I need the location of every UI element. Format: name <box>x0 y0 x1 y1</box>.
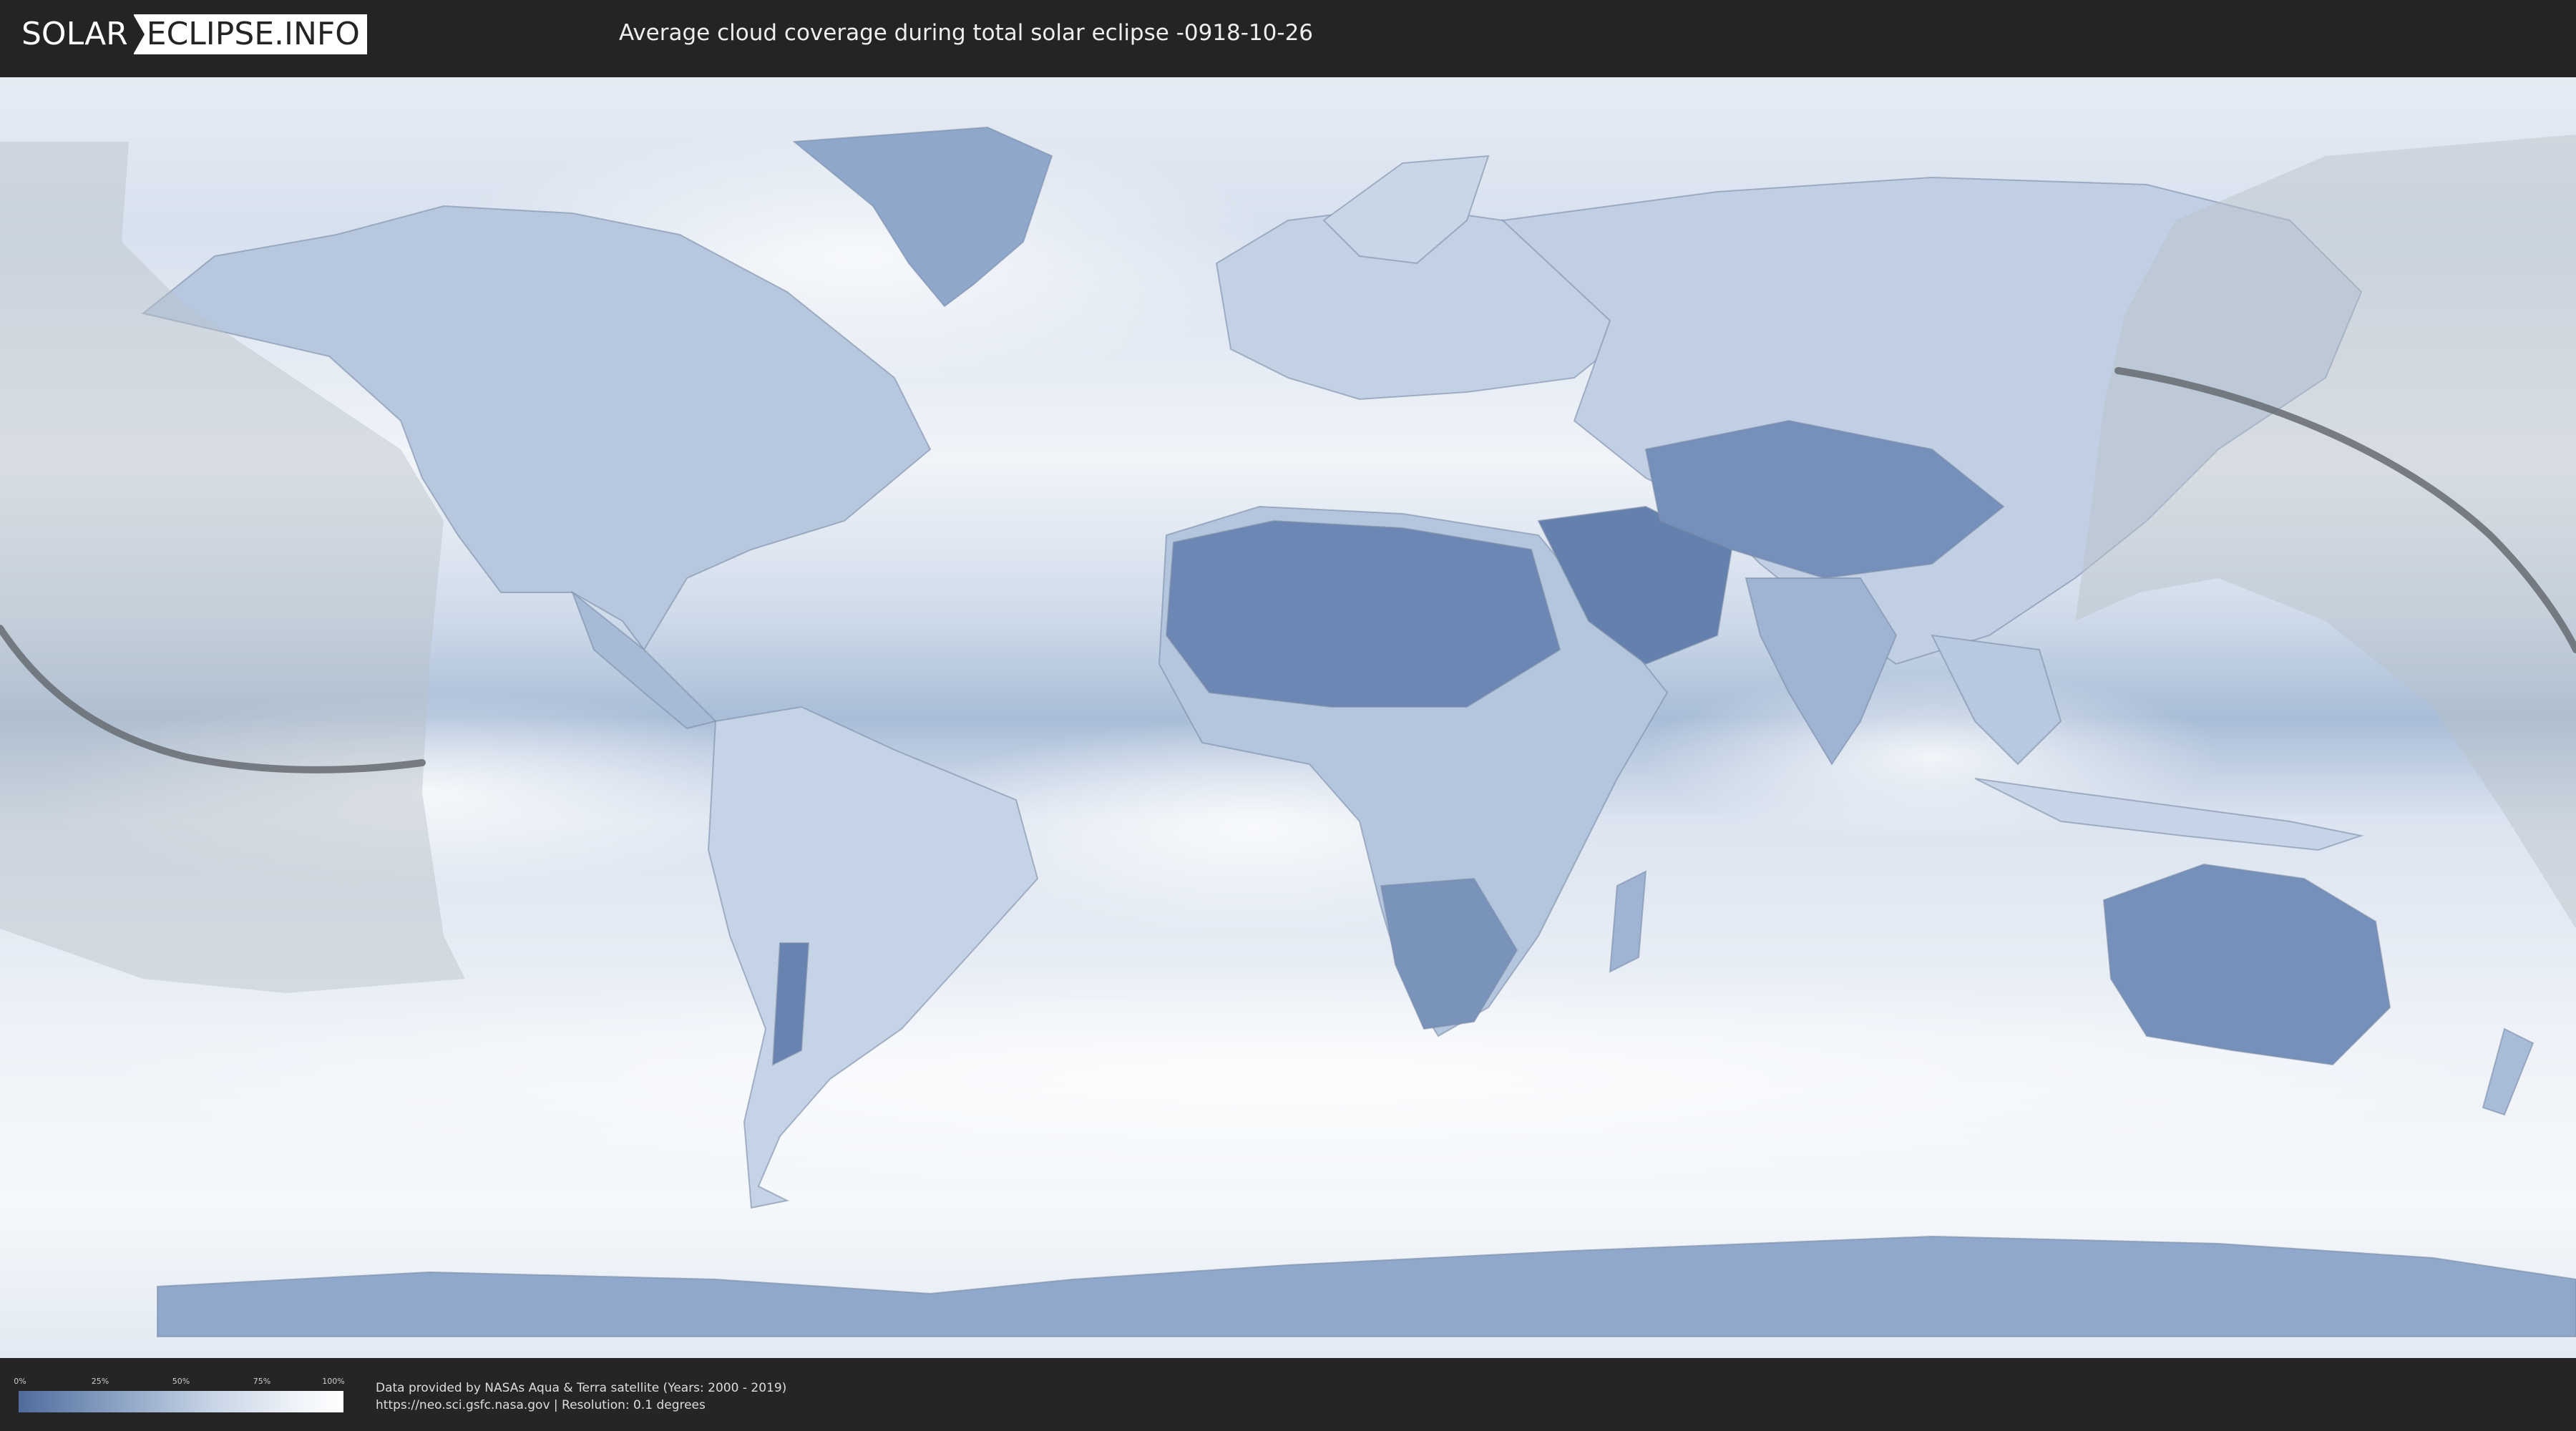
credits-url-line[interactable]: https://neo.sci.gsfc.nasa.gov | Resoluti… <box>376 1397 786 1414</box>
map-canvas <box>0 77 2576 1358</box>
sahara-desert <box>1165 519 1561 708</box>
legend-ticks: 0% 25% 50% 75% 100% <box>14 1377 345 1387</box>
legend-tick-0: 0% <box>14 1377 26 1386</box>
legend-tick-75: 75% <box>253 1377 271 1386</box>
header-bar: SOLAR ECLIPSE.INFO Average cloud coverag… <box>0 0 2576 72</box>
cloud-coverage-legend-bar <box>19 1391 343 1412</box>
data-credits: Data provided by NASAs Aqua & Terra sate… <box>376 1379 786 1414</box>
cloud-coverage-map <box>0 77 2576 1358</box>
legend-tick-100: 100% <box>322 1377 345 1386</box>
legend-tick-25: 25% <box>91 1377 109 1386</box>
credits-source-line: Data provided by NASAs Aqua & Terra sate… <box>376 1381 787 1395</box>
legend-tick-50: 50% <box>172 1377 190 1386</box>
page-title: Average cloud coverage during total sola… <box>618 20 1314 46</box>
